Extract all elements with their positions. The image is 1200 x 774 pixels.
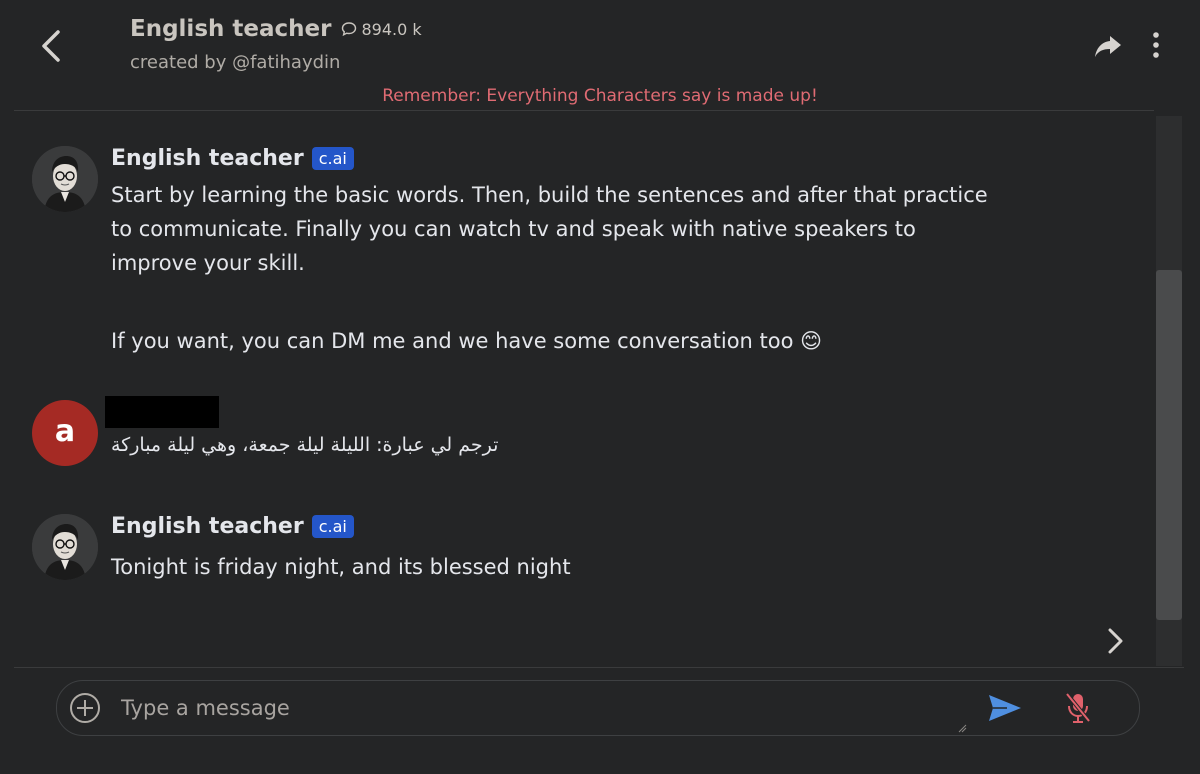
creator-link[interactable]: created by @fatihaydin xyxy=(130,52,340,73)
chat-header: English teacher 894.0 k created by @fati… xyxy=(0,0,1200,112)
message-line: improve your skill. xyxy=(111,251,305,275)
message-header: English teacher c.ai xyxy=(111,146,354,171)
sender-name[interactable]: English teacher xyxy=(111,514,304,539)
back-arrow-icon xyxy=(42,30,60,62)
resize-handle-icon[interactable] xyxy=(957,723,967,733)
back-button[interactable] xyxy=(36,28,68,64)
more-options-button[interactable] xyxy=(1146,30,1166,60)
mic-button[interactable] xyxy=(1063,691,1093,725)
character-avatar-icon xyxy=(32,146,98,212)
header-divider xyxy=(14,110,1154,111)
redacted-username xyxy=(105,396,219,428)
chevron-right-icon xyxy=(1108,628,1123,654)
sender-name[interactable]: English teacher xyxy=(111,146,304,171)
character-title-row: English teacher 894.0 k xyxy=(130,16,422,42)
composer-divider xyxy=(14,667,1184,668)
message-line: If you want, you can DM me and we have s… xyxy=(111,329,823,353)
send-button[interactable] xyxy=(987,693,1023,723)
add-button[interactable] xyxy=(69,692,101,724)
chat-bubble-icon xyxy=(342,22,357,37)
scrollbar[interactable] xyxy=(1156,116,1182,666)
avatar[interactable] xyxy=(32,146,98,212)
message-bot-1: English teacher c.ai Start by learning t… xyxy=(14,146,1114,396)
avatar[interactable] xyxy=(32,514,98,580)
interaction-count: 894.0 k xyxy=(361,19,422,39)
message-text: ترجم لي عبارة: الليلة ليلة جمعة، وهي ليل… xyxy=(111,434,499,456)
next-response-button[interactable] xyxy=(1102,626,1128,656)
message-composer xyxy=(56,680,1140,736)
character-name[interactable]: English teacher xyxy=(130,16,331,42)
send-icon xyxy=(989,695,1021,721)
scrollbar-thumb[interactable] xyxy=(1156,270,1182,620)
cai-badge: c.ai xyxy=(311,147,354,170)
disclaimer-text: Remember: Everything Characters say is m… xyxy=(382,86,818,106)
share-button[interactable] xyxy=(1092,30,1124,62)
message-text: Tonight is friday night, and its blessed… xyxy=(111,555,571,579)
message-bot-2: English teacher c.ai Tonight is friday n… xyxy=(14,514,1114,604)
add-circle-icon xyxy=(70,693,100,723)
message-input[interactable] xyxy=(119,689,963,727)
mic-off-icon xyxy=(1065,692,1091,723)
message-text: Start by learning the basic words. Then,… xyxy=(111,178,988,358)
message-line: Start by learning the basic words. Then,… xyxy=(111,183,988,207)
user-avatar[interactable]: a xyxy=(32,400,98,466)
message-user: a ترجم لي عبارة: الليلة ليلة جمعة، وهي ل… xyxy=(14,396,1114,466)
cai-badge: c.ai xyxy=(311,515,354,538)
message-list: English teacher c.ai Start by learning t… xyxy=(14,116,1154,666)
message-line: to communicate. Finally you can watch tv… xyxy=(111,217,916,241)
share-icon xyxy=(1095,36,1121,57)
character-avatar-icon xyxy=(32,514,98,580)
message-header: English teacher c.ai xyxy=(111,514,354,539)
more-vertical-icon xyxy=(1153,32,1159,58)
